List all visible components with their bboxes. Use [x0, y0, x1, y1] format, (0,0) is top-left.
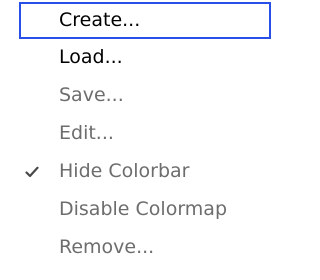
menu-item-save: Save...	[19, 77, 271, 114]
menu-item-create[interactable]: Create...	[19, 2, 271, 39]
menu-item-hide-colorbar: Hide Colorbar	[19, 153, 271, 190]
menu-item-edit: Edit...	[19, 115, 271, 152]
menu-item-load[interactable]: Load...	[19, 39, 271, 76]
context-menu: Create... Load... Save... Edit... Hide C…	[0, 0, 275, 280]
menu-item-label: Create...	[59, 9, 141, 31]
menu-item-remove: Remove...	[19, 229, 271, 266]
menu-item-label: Save...	[59, 84, 124, 106]
menu-item-disable-colormap: Disable Colormap	[19, 191, 271, 228]
menu-item-label: Edit...	[59, 122, 114, 144]
menu-item-label: Disable Colormap	[59, 198, 228, 220]
menu-item-label: Remove...	[59, 236, 155, 258]
menu-item-label: Hide Colorbar	[59, 160, 190, 182]
menu-item-label: Load...	[59, 46, 123, 68]
checkmark-icon	[22, 153, 42, 190]
